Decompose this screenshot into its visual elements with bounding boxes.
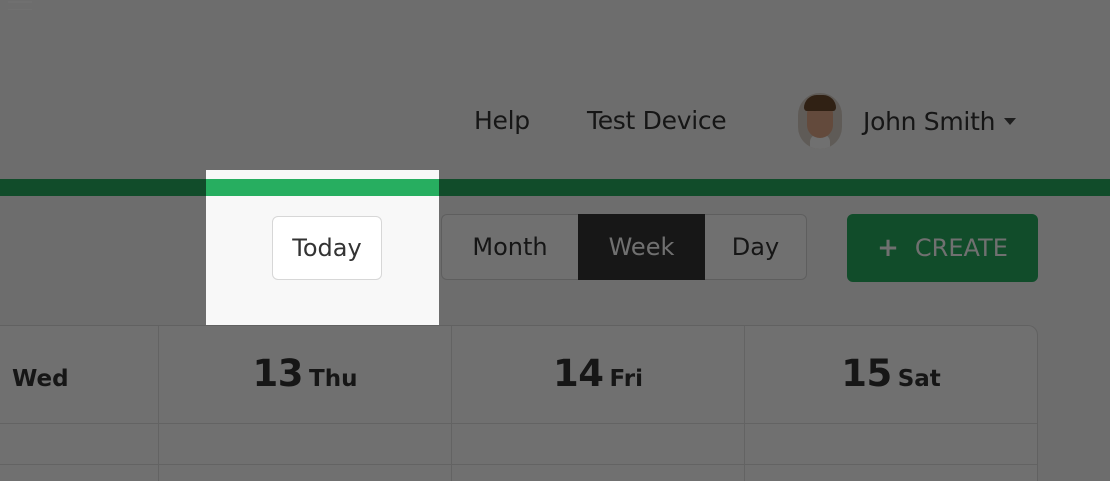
- day-header-wed[interactable]: Wed: [12, 366, 69, 392]
- test-device-link[interactable]: Test Device: [587, 106, 727, 135]
- weekday-label: Sat: [897, 366, 941, 392]
- day-number: 15: [841, 352, 892, 395]
- plus-icon: +: [877, 233, 899, 263]
- user-name[interactable]: John Smith: [863, 107, 995, 136]
- brand-accent-bar: [0, 179, 1110, 196]
- day-number: 13: [252, 352, 304, 395]
- help-link[interactable]: Help: [474, 106, 530, 135]
- day-number: 14: [553, 352, 604, 395]
- view-day-button[interactable]: Day: [705, 214, 807, 280]
- avatar[interactable]: [798, 93, 842, 149]
- view-month-button[interactable]: Month: [441, 214, 578, 280]
- weekday-label: Fri: [609, 366, 643, 392]
- weekday-label: Thu: [309, 366, 358, 392]
- create-label: CREATE: [914, 234, 1008, 262]
- chevron-down-icon[interactable]: [1004, 117, 1017, 125]
- day-header-14[interactable]: 14 Fri: [452, 352, 744, 402]
- day-header-15[interactable]: 15 Sat: [745, 352, 1037, 402]
- view-week-button[interactable]: Week: [578, 214, 705, 280]
- user-menu[interactable]: John Smith: [798, 92, 1017, 150]
- top-header: Help Test Device John Smith: [0, 10, 1110, 180]
- create-button[interactable]: + CREATE: [847, 214, 1038, 282]
- calendar-app-window: Help Test Device John Smith Today Month …: [0, 0, 1110, 481]
- calendar-toolbar: Today Month Week Day + CREATE: [0, 196, 1110, 324]
- day-header-13[interactable]: 13 Thu: [159, 352, 451, 402]
- today-button[interactable]: Today: [272, 216, 382, 280]
- week-calendar-grid: Wed 13 Thu 14 Fri 15 Sat: [0, 325, 1038, 481]
